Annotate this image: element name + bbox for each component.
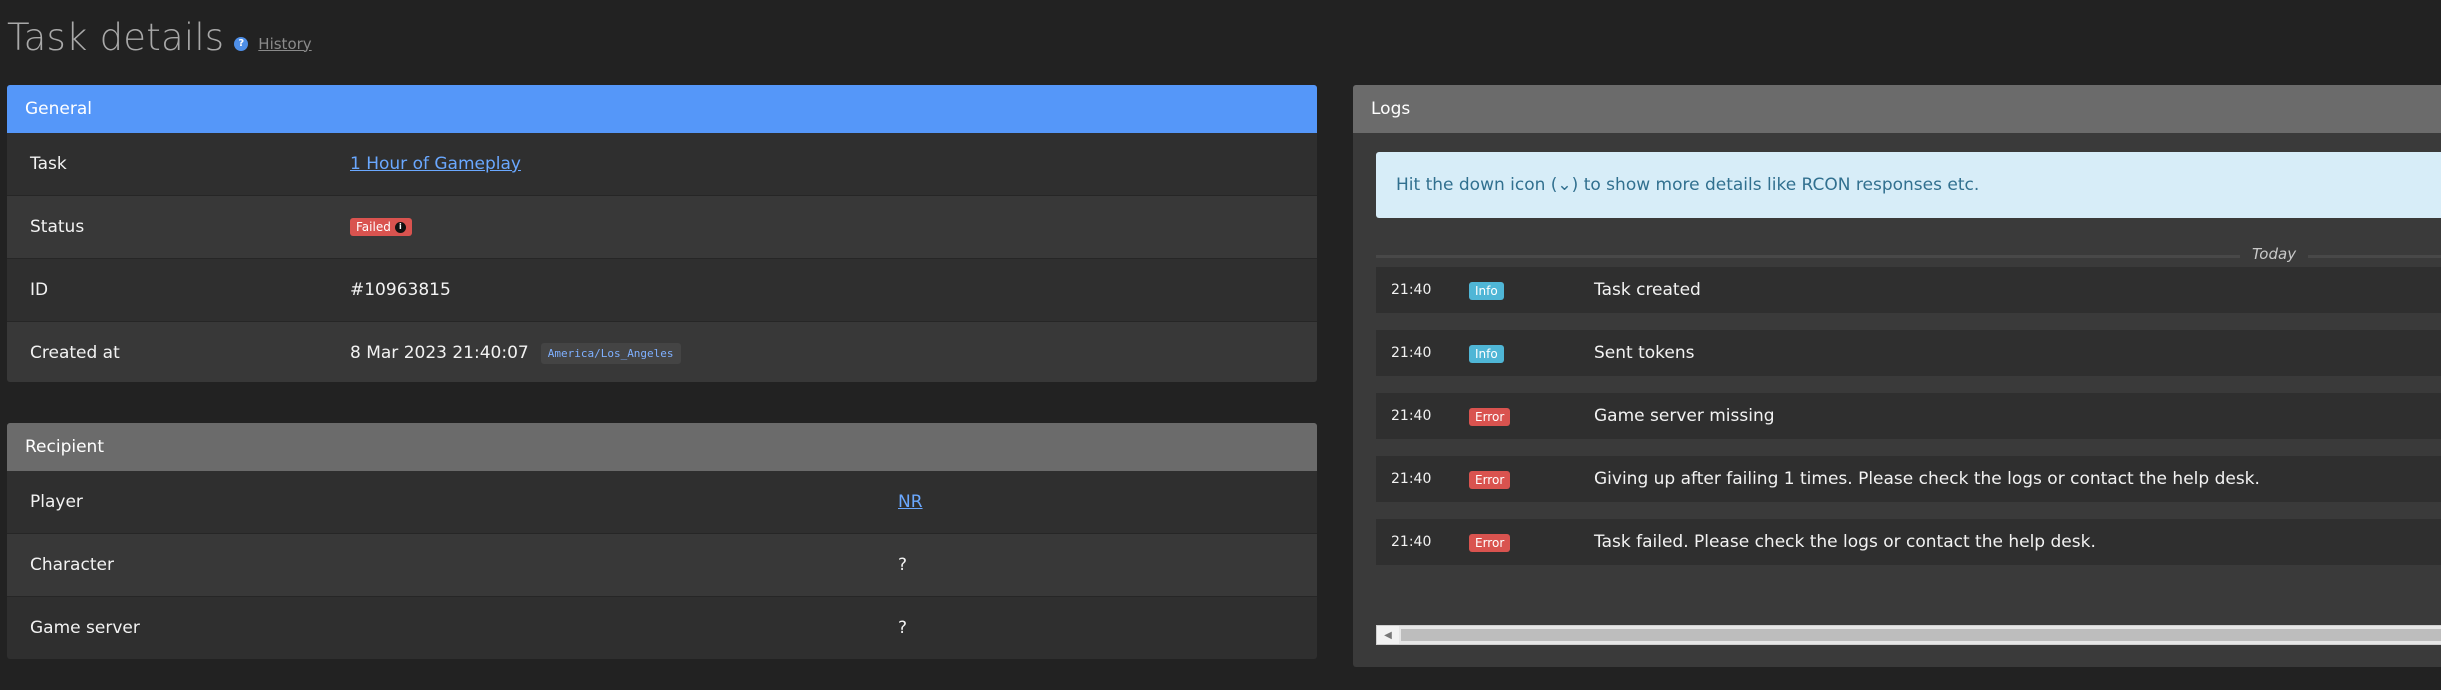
- created-at-value: 8 Mar 2023 21:40:07: [350, 343, 529, 363]
- general-card-header: General: [7, 85, 1317, 133]
- player-link[interactable]: NR: [898, 492, 923, 512]
- task-label: Task: [30, 154, 67, 174]
- log-level-badge: Error: [1469, 408, 1511, 426]
- log-entry[interactable]: 21:40 Error Giving up after failing 1 ti…: [1376, 456, 2441, 502]
- id-value: #10963815: [350, 280, 451, 300]
- log-time: 21:40: [1391, 471, 1432, 487]
- recipient-card: Recipient Player NR Character ? Game ser…: [7, 423, 1317, 659]
- game-server-label: Game server: [30, 618, 140, 638]
- character-row: Character ?: [7, 534, 1317, 597]
- player-label: Player: [30, 492, 83, 512]
- created-at-row: Created at 8 Mar 2023 21:40:07 America/L…: [7, 322, 1317, 382]
- log-entry[interactable]: 21:40 Error Game server missing: [1376, 393, 2441, 439]
- id-label: ID: [30, 280, 49, 300]
- log-level-badge: Info: [1469, 345, 1504, 363]
- log-message: Game server missing: [1594, 406, 1775, 426]
- page-title: Task details: [7, 16, 225, 59]
- task-row: Task 1 Hour of Gameplay: [7, 133, 1317, 196]
- chevron-left-icon[interactable]: ◀: [1377, 626, 1399, 644]
- logs-horizontal-scrollbar[interactable]: ◀: [1376, 625, 2441, 645]
- status-row: Status Failed i: [7, 196, 1317, 259]
- log-entry[interactable]: 21:40 Info Task created: [1376, 267, 2441, 313]
- log-time: 21:40: [1391, 534, 1432, 550]
- character-label: Character: [30, 555, 114, 575]
- info-circle-icon[interactable]: i: [394, 221, 406, 233]
- log-level-badge: Error: [1469, 534, 1511, 552]
- recipient-card-header: Recipient: [7, 423, 1317, 471]
- timezone-badge: America/Los_Angeles: [540, 342, 681, 364]
- log-time: 21:40: [1391, 408, 1432, 424]
- page-header: Task details ? History: [7, 16, 312, 59]
- status-badge[interactable]: Failed i: [350, 218, 412, 236]
- logs-card: Logs Hit the down icon (⌄) to show more …: [1353, 85, 2441, 667]
- player-row: Player NR: [7, 471, 1317, 534]
- log-time: 21:40: [1391, 282, 1432, 298]
- logs-card-header: Logs: [1353, 85, 2441, 133]
- general-card: General Task 1 Hour of Gameplay Status F…: [7, 85, 1317, 382]
- log-level-badge: Info: [1469, 282, 1504, 300]
- today-divider: Today: [1376, 245, 2441, 265]
- id-row: ID #10963815: [7, 259, 1317, 322]
- status-label: Status: [30, 217, 85, 237]
- today-label: Today: [2240, 245, 2309, 263]
- created-at-label: Created at: [30, 343, 120, 363]
- status-badge-text: Failed: [356, 220, 391, 234]
- log-message: Task failed. Please check the logs or co…: [1594, 532, 2096, 552]
- task-link[interactable]: 1 Hour of Gameplay: [350, 154, 521, 174]
- log-entry[interactable]: 21:40 Info Sent tokens: [1376, 330, 2441, 376]
- log-message: Task created: [1594, 280, 1701, 300]
- scrollbar-thumb[interactable]: [1401, 629, 2441, 641]
- log-message: Giving up after failing 1 times. Please …: [1594, 469, 2260, 489]
- question-circle-icon[interactable]: ?: [234, 36, 249, 51]
- character-value: ?: [898, 555, 908, 575]
- game-server-row: Game server ?: [7, 597, 1317, 659]
- log-entry[interactable]: 21:40 Error Task failed. Please check th…: [1376, 519, 2441, 565]
- log-time: 21:40: [1391, 345, 1432, 361]
- log-message: Sent tokens: [1594, 343, 1695, 363]
- logs-hint-alert: Hit the down icon (⌄) to show more detai…: [1376, 152, 2441, 218]
- log-level-badge: Error: [1469, 471, 1511, 489]
- history-link[interactable]: History: [258, 35, 311, 53]
- game-server-value: ?: [898, 618, 908, 638]
